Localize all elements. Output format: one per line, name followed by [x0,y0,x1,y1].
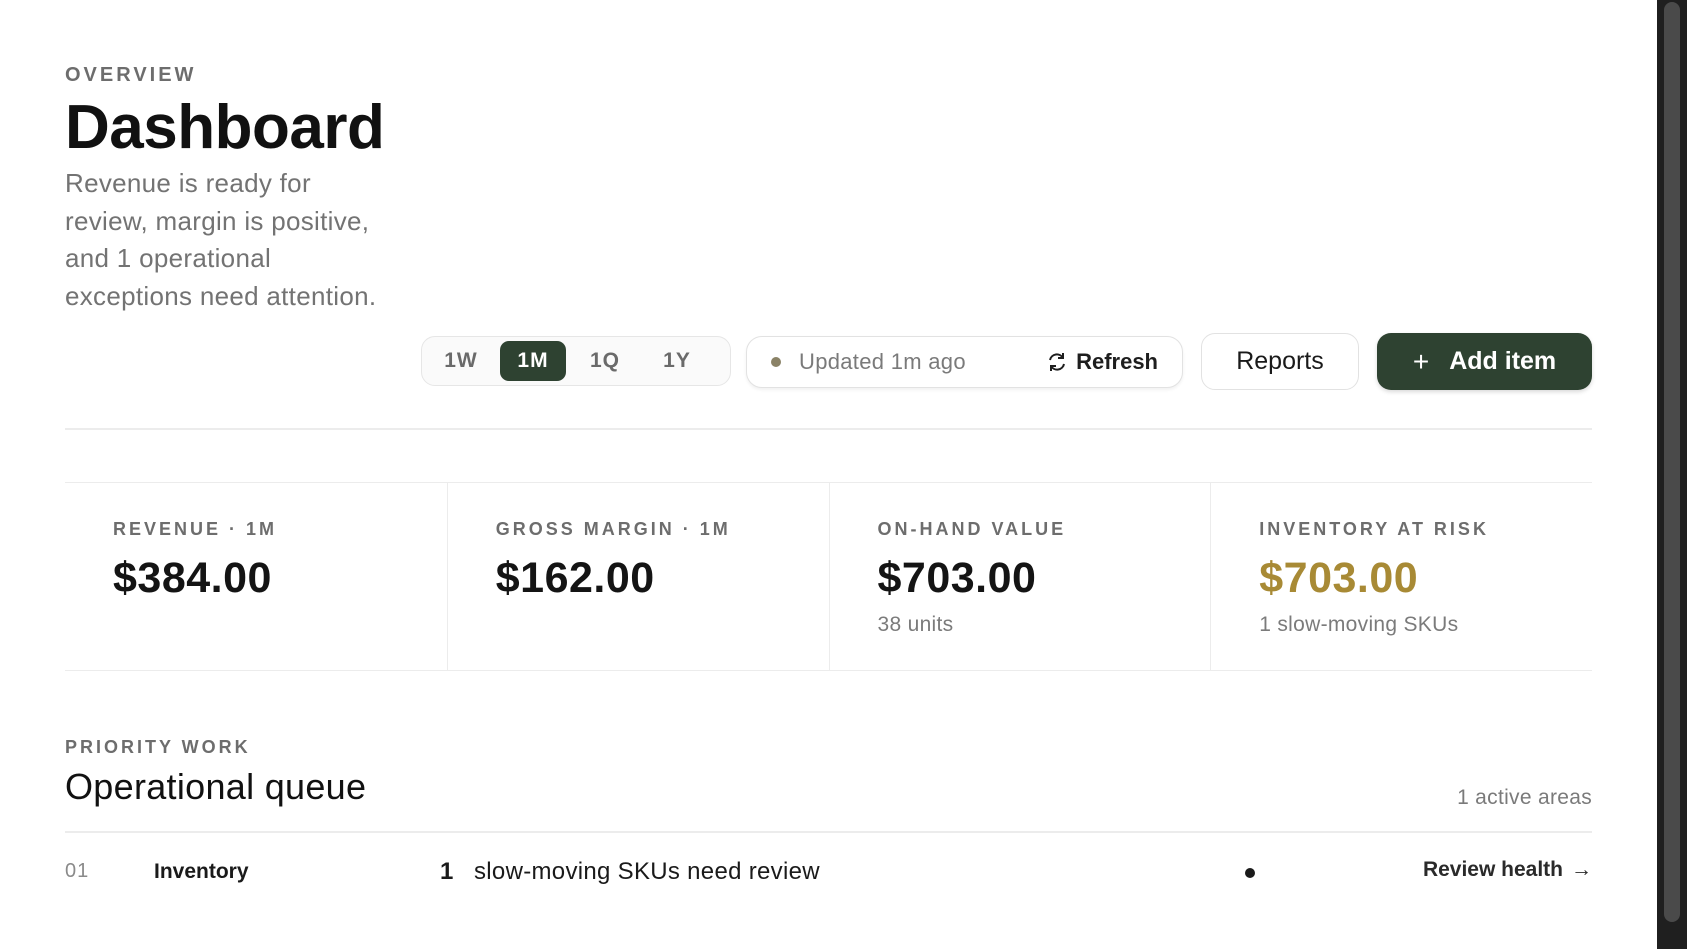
refresh-button[interactable]: Refresh [1046,349,1158,375]
dashboard-page: OVERVIEW Dashboard Revenue is ready for … [65,0,1592,949]
period-selector: 1W 1M 1Q 1Y [421,336,731,386]
queue-active-count: 1 active areas [1457,786,1592,809]
queue-row: 01 Inventory 1 slow-moving SKUs need rev… [65,852,1592,896]
reports-button[interactable]: Reports [1201,333,1359,390]
row-area: Inventory [154,860,249,883]
metric-value: $703.00 [877,554,1037,602]
metrics-grid: REVENUE · 1M $384.00 GROSS MARGIN · 1M $… [65,482,1592,671]
vertical-scrollbar[interactable] [1657,0,1687,949]
status-dot-icon [1245,868,1255,878]
add-item-button[interactable]: + Add item [1377,333,1592,390]
metric-value: $384.00 [113,554,272,602]
metric-note: 1 slow-moving SKUs [1259,613,1459,636]
metric-label: INVENTORY AT RISK [1259,519,1489,539]
row-message: slow-moving SKUs need review [474,858,820,885]
add-item-label: Add item [1449,347,1557,375]
page-title: Dashboard [65,93,385,162]
metric-inventory-at-risk: INVENTORY AT RISK $703.00 1 slow-moving … [1210,483,1592,670]
section-eyebrow: OVERVIEW [65,64,197,86]
metric-note: 38 units [877,613,954,636]
review-health-link[interactable]: Review health → [1423,858,1592,882]
queue-title: Operational queue [65,766,367,807]
updated-status-text: Updated 1m ago [799,349,966,374]
metric-revenue: REVENUE · 1M $384.00 [65,483,447,670]
app-viewport: OVERVIEW Dashboard Revenue is ready for … [0,0,1687,949]
scrollbar-thumb[interactable] [1664,2,1680,922]
metric-value: $162.00 [495,554,655,602]
refresh-icon [1046,352,1068,372]
period-1y-button[interactable]: 1Y [644,341,710,381]
period-1m-button[interactable]: 1M [500,341,566,381]
status-dot-icon [771,357,781,367]
header-divider [65,428,1592,430]
update-status-pill: Updated 1m ago Refresh [746,336,1183,388]
page-subtitle: Revenue is ready for review, margin is p… [65,168,377,311]
row-count: 1 [440,858,454,885]
queue-eyebrow: PRIORITY WORK [65,737,251,757]
period-1q-button[interactable]: 1Q [572,341,638,381]
period-1w-button[interactable]: 1W [428,341,494,381]
review-health-label: Review health [1422,858,1563,881]
metric-gross-margin: GROSS MARGIN · 1M $162.00 [446,483,829,670]
plus-icon: + [1412,345,1430,377]
metric-label: GROSS MARGIN · 1M [495,519,731,539]
queue-divider [65,831,1592,833]
arrow-right-icon: → [1571,858,1592,881]
metric-on-hand-value: ON-HAND VALUE $703.00 38 units [828,483,1211,670]
metric-label: ON-HAND VALUE [877,519,1067,539]
metric-label: REVENUE · 1M [113,519,278,539]
metric-value: $703.00 [1259,554,1419,602]
refresh-label: Refresh [1076,349,1158,374]
row-index: 01 [65,860,90,882]
